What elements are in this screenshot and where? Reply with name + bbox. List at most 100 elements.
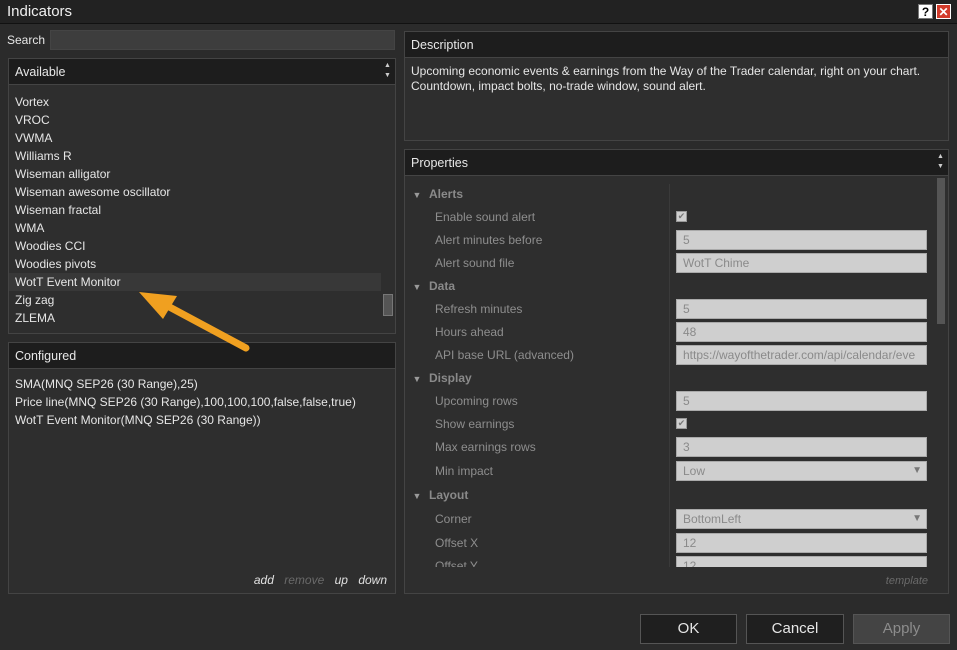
offset-y-field[interactable]: 12: [676, 556, 927, 567]
corner-value: BottomLeft: [683, 512, 742, 526]
configured-item[interactable]: SMA(MNQ SEP26 (30 Range),25): [15, 375, 389, 393]
description-header-label: Description: [411, 38, 474, 52]
hours-ahead-label: Hours ahead: [435, 325, 504, 339]
collapse-triangle-icon[interactable]: ▼: [405, 277, 429, 297]
description-line-2: Countdown, impact bolts, no-trade window…: [411, 79, 706, 93]
property-grid: ▼ Alerts Enable sound alert ✔ Alert minut…: [405, 184, 933, 567]
show-earnings-checkbox[interactable]: ✔: [676, 418, 687, 429]
properties-panel: Properties ▲ ▼ ▼ Alerts Enable sound aler…: [404, 149, 949, 594]
configured-header-label: Configured: [15, 349, 77, 363]
window-title: Indicators: [7, 3, 73, 20]
ok-button[interactable]: OK: [640, 614, 737, 644]
configured-item[interactable]: Price line(MNQ SEP26 (30 Range),100,100,…: [15, 393, 389, 411]
refresh-minutes-field[interactable]: 5: [676, 299, 927, 319]
corner-select[interactable]: BottomLeft ▼: [676, 509, 927, 529]
title-bar: Indicators ? ✕: [0, 0, 957, 24]
scroll-down-icon[interactable]: ▼: [383, 71, 392, 81]
available-panel: Available ▲ ▼ Vortex VROC VWMA Williams R Wi…: [8, 58, 396, 334]
available-item[interactable]: Wiseman awesome oscillator: [9, 183, 381, 201]
upcoming-rows-field[interactable]: 5: [676, 391, 927, 411]
close-button[interactable]: ✕: [936, 4, 951, 19]
properties-scrollbar[interactable]: [935, 178, 947, 592]
remove-button[interactable]: remove: [284, 573, 324, 587]
available-header-label: Available: [15, 65, 66, 79]
offset-y-label: Offset Y: [435, 559, 478, 567]
enable-sound-alert-checkbox[interactable]: ✔: [676, 211, 687, 222]
description-line-1: Upcoming economic events & earnings from…: [411, 64, 921, 78]
configured-actions: add remove up down: [247, 573, 387, 587]
search-label: Search: [7, 33, 46, 47]
available-item[interactable]: Woodies pivots: [9, 255, 381, 273]
alert-minutes-before-field[interactable]: 5: [676, 230, 927, 250]
properties-header: Properties ▲ ▼: [405, 150, 948, 176]
hours-ahead-field[interactable]: 48: [676, 322, 927, 342]
max-earnings-rows-field[interactable]: 3: [676, 437, 927, 457]
down-button[interactable]: down: [358, 573, 387, 587]
add-button[interactable]: add: [254, 573, 274, 587]
min-impact-select[interactable]: Low ▼: [676, 461, 927, 481]
help-button[interactable]: ?: [918, 4, 933, 19]
properties-scroll-arrows[interactable]: ▲ ▼: [936, 152, 945, 172]
available-item[interactable]: ZLEMA: [9, 309, 381, 327]
collapse-triangle-icon[interactable]: ▼: [405, 185, 429, 205]
offset-x-label: Offset X: [435, 536, 479, 550]
available-item[interactable]: Vortex: [9, 93, 381, 111]
chevron-down-icon[interactable]: ▼: [912, 462, 922, 480]
enable-sound-alert-label: Enable sound alert: [435, 210, 536, 224]
available-item[interactable]: Wiseman alligator: [9, 165, 381, 183]
alert-sound-file-field[interactable]: WotT Chime: [676, 253, 927, 273]
max-earnings-rows-label: Max earnings rows: [435, 440, 536, 454]
properties-scroll-thumb[interactable]: [937, 178, 945, 324]
scroll-down-icon[interactable]: ▼: [936, 162, 945, 172]
api-base-url-label: API base URL (advanced): [435, 348, 574, 362]
available-scroll-thumb[interactable]: [383, 294, 393, 316]
category-layout-label: Layout: [429, 488, 469, 502]
category-alerts-label: Alerts: [429, 187, 464, 201]
available-scrollbar[interactable]: [382, 93, 394, 332]
category-layout[interactable]: ▼ Layout: [405, 485, 469, 506]
refresh-minutes-label: Refresh minutes: [435, 302, 523, 316]
alert-minutes-before-label: Alert minutes before: [435, 233, 543, 247]
chevron-down-icon[interactable]: ▼: [912, 510, 922, 528]
apply-button[interactable]: Apply: [853, 614, 950, 644]
available-item[interactable]: VWMA: [9, 129, 381, 147]
up-button[interactable]: up: [335, 573, 348, 587]
upcoming-rows-label: Upcoming rows: [435, 394, 518, 408]
corner-label: Corner: [435, 512, 472, 526]
collapse-triangle-icon[interactable]: ▼: [405, 369, 429, 389]
configured-panel: Configured SMA(MNQ SEP26 (30 Range),25) P…: [8, 342, 396, 594]
show-earnings-label: Show earnings: [435, 417, 515, 431]
scroll-up-icon[interactable]: ▲: [383, 61, 392, 71]
available-item[interactable]: Woodies CCI: [9, 237, 381, 255]
available-item[interactable]: WMA: [9, 219, 381, 237]
template-link[interactable]: template: [886, 575, 928, 587]
offset-x-field[interactable]: 12: [676, 533, 927, 553]
properties-header-label: Properties: [411, 156, 468, 170]
available-scroll-arrows[interactable]: ▲ ▼: [383, 61, 392, 81]
scroll-up-icon[interactable]: ▲: [936, 152, 945, 162]
description-header: Description: [405, 32, 948, 58]
available-item[interactable]: VROC: [9, 111, 381, 129]
configured-item[interactable]: WotT Event Monitor(MNQ SEP26 (30 Range)): [15, 411, 389, 429]
category-display-label: Display: [429, 371, 472, 385]
available-list: Vortex VROC VWMA Williams R Wiseman alligato…: [9, 93, 381, 327]
available-item[interactable]: Zig zag: [9, 291, 381, 309]
category-display[interactable]: ▼ Display: [405, 368, 472, 388]
alert-sound-file-label: Alert sound file: [435, 256, 515, 270]
available-item[interactable]: WotT Event Monitor: [9, 273, 381, 291]
available-header: Available ▲ ▼: [9, 59, 395, 85]
collapse-triangle-icon[interactable]: ▼: [405, 486, 429, 506]
category-data-label: Data: [429, 279, 456, 293]
configured-list: SMA(MNQ SEP26 (30 Range),25) Price line(M…: [9, 369, 395, 435]
property-grid-divider: [669, 184, 670, 567]
category-data[interactable]: ▼ Data: [405, 276, 455, 296]
api-base-url-field[interactable]: https://wayofthetrader.com/api/calendar/…: [676, 345, 927, 365]
available-item[interactable]: Wiseman fractal: [9, 201, 381, 219]
cancel-button[interactable]: Cancel: [746, 614, 844, 644]
category-alerts[interactable]: ▼ Alerts: [405, 184, 463, 204]
search-input[interactable]: [50, 30, 395, 50]
min-impact-label: Min impact: [435, 464, 494, 478]
checkmark-icon: ✔: [677, 211, 686, 221]
available-item[interactable]: Williams R: [9, 147, 381, 165]
checkmark-icon: ✔: [677, 418, 686, 428]
